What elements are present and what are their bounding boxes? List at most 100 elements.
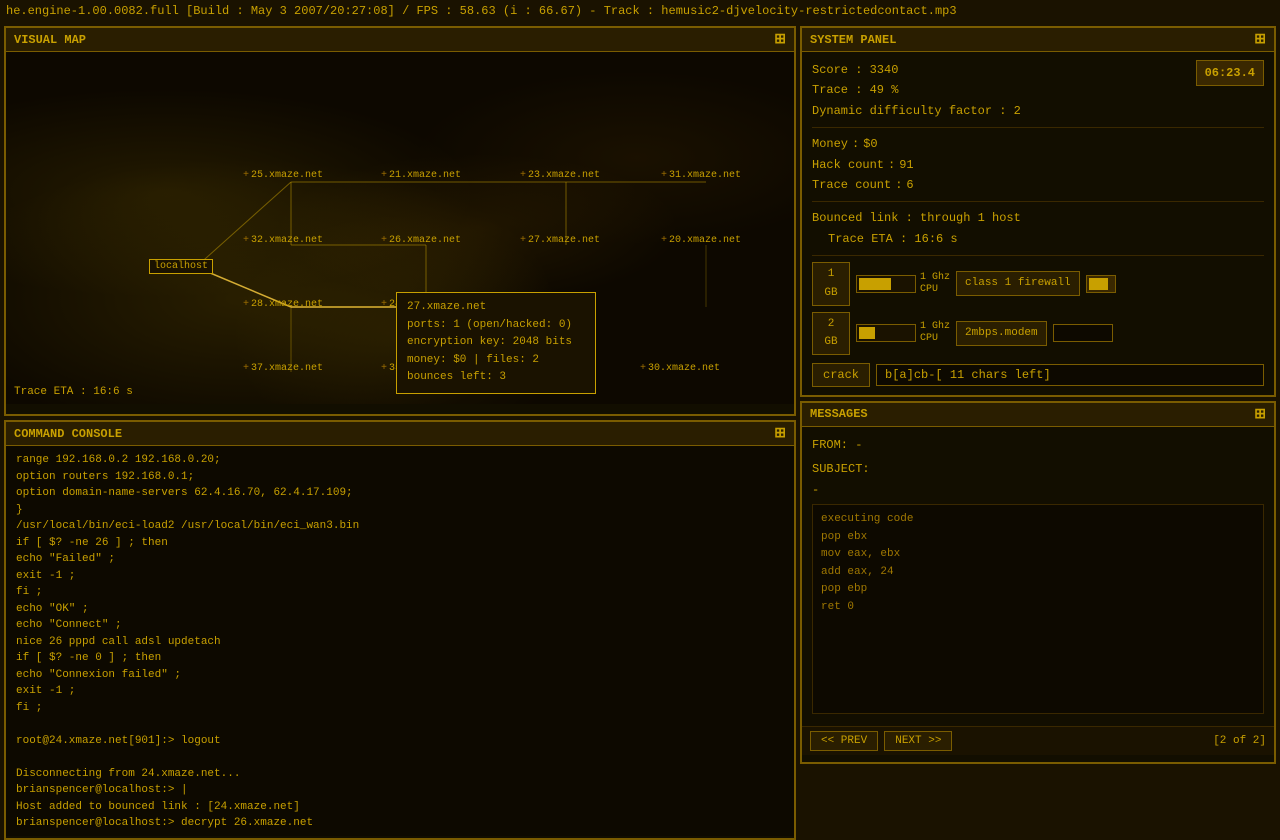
tooltip-bounces: bounces left: 3 bbox=[407, 369, 585, 387]
console-title: COMMAND CONSOLE bbox=[14, 427, 122, 441]
money-label: Money bbox=[812, 134, 848, 154]
map-node-21[interactable]: 21.xmaze.net bbox=[381, 170, 461, 181]
console-line: if [ $? -ne 0 ] ; then bbox=[16, 650, 784, 667]
map-node-25[interactable]: 25.xmaze.net bbox=[243, 170, 323, 181]
console-line: Host added to bounced link : [24.xmaze.n… bbox=[16, 799, 784, 816]
console-line: if [ $? -ne 26 ] ; then bbox=[16, 535, 784, 552]
crack-button[interactable]: crack bbox=[812, 363, 870, 387]
visual-map-title: VISUAL MAP bbox=[14, 33, 86, 47]
console-line: option routers 192.168.0.1; bbox=[16, 469, 784, 486]
map-trace-eta: Trace ETA : 16:6 s bbox=[14, 386, 133, 398]
bounced-link: Bounced link : through 1 host bbox=[812, 208, 1264, 228]
command-console-panel: COMMAND CONSOLE ⊞ range 192.168.0.2 192.… bbox=[4, 420, 796, 840]
subject-label: SUBJECT: bbox=[812, 462, 870, 476]
cpu-bar-1: 1 Ghz CPU bbox=[856, 272, 950, 296]
from-label: FROM: bbox=[812, 438, 848, 452]
console-line: echo "Connect" ; bbox=[16, 617, 784, 634]
cpu-speed-1: 1 Ghz bbox=[920, 272, 950, 284]
tooltip-encryption: encryption key: 2048 bits bbox=[407, 334, 585, 352]
console-content[interactable]: range 192.168.0.2 192.168.0.20; option r… bbox=[6, 446, 794, 836]
messages-header: MESSAGES ⊞ bbox=[802, 403, 1274, 427]
console-line: echo "Failed" ; bbox=[16, 551, 784, 568]
ram-2: 2GB bbox=[812, 312, 850, 355]
map-node-30[interactable]: 30.xmaze.net bbox=[640, 363, 720, 374]
crack-row[interactable]: crack bbox=[812, 363, 1264, 387]
system-content: Score : 3340 Trace : 49 % Dynamic diffic… bbox=[802, 52, 1274, 395]
visual-map-icon: ⊞ bbox=[774, 31, 786, 48]
difficulty-label: Dynamic difficulty factor : 2 bbox=[812, 101, 1021, 121]
page-info: [2 of 2] bbox=[1213, 735, 1266, 747]
trace-count-value: 6 bbox=[906, 175, 913, 195]
crack-input[interactable] bbox=[876, 364, 1264, 386]
time-display: 06:23.4 bbox=[1196, 60, 1264, 86]
console-line: brianspencer@localhost:> decrypt 26.xmaz… bbox=[16, 815, 784, 832]
map-node-32[interactable]: 32.xmaze.net bbox=[243, 235, 323, 246]
subject-value: - bbox=[812, 483, 819, 497]
messages-content: FROM: - SUBJECT: - executing codepop ebx… bbox=[802, 427, 1274, 726]
map-node-28[interactable]: 28.xmaze.net bbox=[243, 299, 323, 310]
ram-1: 1GB bbox=[812, 262, 850, 305]
system-panel: SYSTEM PANEL ⊞ Score : 3340 Trace : 49 %… bbox=[800, 26, 1276, 397]
cpu-speed-2: 1 Ghz bbox=[920, 321, 950, 333]
hack-count-value: 91 bbox=[899, 155, 913, 175]
map-container[interactable]: 25.xmaze.net 21.xmaze.net 23.xmaze.net 3… bbox=[6, 52, 794, 404]
messages-panel: MESSAGES ⊞ FROM: - SUBJECT: - executing … bbox=[800, 401, 1276, 764]
cpu-label-2: CPU bbox=[920, 333, 950, 345]
map-node-23[interactable]: 23.xmaze.net bbox=[520, 170, 600, 181]
score-label: Score : 3340 bbox=[812, 60, 1021, 80]
next-button[interactable]: NEXT >> bbox=[884, 731, 952, 751]
messages-body: executing codepop ebxmov eax, ebxadd eax… bbox=[812, 504, 1264, 714]
console-line: echo "OK" ; bbox=[16, 601, 784, 618]
console-icon: ⊞ bbox=[774, 425, 786, 442]
message-body-line: add eax, 24 bbox=[821, 564, 1255, 582]
hack-count-colon: : bbox=[888, 155, 895, 175]
device-modem: 2mbps.modem bbox=[956, 321, 1047, 346]
message-body-line: ret 0 bbox=[821, 599, 1255, 617]
console-line: brianspencer@localhost:> | bbox=[16, 782, 784, 799]
message-body-line: executing code bbox=[821, 511, 1255, 529]
map-node-26[interactable]: 26.xmaze.net bbox=[381, 235, 461, 246]
message-body-line: pop ebp bbox=[821, 581, 1255, 599]
hardware-row-1: 1GB 1 Ghz CPU class 1 firewall bbox=[812, 262, 1264, 305]
title-text: he.engine-1.00.0082.full [Build : May 3 … bbox=[6, 4, 957, 18]
map-node-20[interactable]: 20.xmaze.net bbox=[661, 235, 741, 246]
console-line: option domain-name-servers 62.4.16.70, 6… bbox=[16, 485, 784, 502]
messages-icon: ⊞ bbox=[1254, 406, 1266, 423]
map-node-37[interactable]: 37.xmaze.net bbox=[243, 363, 323, 374]
system-panel-title: SYSTEM PANEL bbox=[810, 33, 896, 47]
console-line: } bbox=[16, 502, 784, 519]
messages-nav: << PREV NEXT >> [2 of 2] bbox=[802, 726, 1274, 755]
map-node-27[interactable]: 27.xmaze.net bbox=[520, 235, 600, 246]
console-line bbox=[16, 749, 784, 766]
map-tooltip: 27.xmaze.net ports: 1 (open/hacked: 0) e… bbox=[396, 292, 596, 394]
console-line: nice 26 pppd call adsl updetach bbox=[16, 634, 784, 651]
message-body-line: mov eax, ebx bbox=[821, 546, 1255, 564]
title-bar: he.engine-1.00.0082.full [Build : May 3 … bbox=[0, 0, 1280, 22]
console-line: exit -1 ; bbox=[16, 568, 784, 585]
visual-map-header: VISUAL MAP ⊞ bbox=[6, 28, 794, 52]
device-firewall: class 1 firewall bbox=[956, 271, 1080, 296]
console-line: /usr/local/bin/eci-load2 /usr/local/bin/… bbox=[16, 518, 784, 535]
console-line: echo "Connexion failed" ; bbox=[16, 667, 784, 684]
trace-count-colon: : bbox=[895, 175, 902, 195]
trace-count-label: Trace count bbox=[812, 175, 891, 195]
console-line: fi ; bbox=[16, 584, 784, 601]
map-node-31[interactable]: 31.xmaze.net bbox=[661, 170, 741, 181]
tooltip-node-name: 27.xmaze.net bbox=[407, 299, 585, 317]
messages-title: MESSAGES bbox=[810, 407, 868, 421]
tooltip-money-files: money: $0 | files: 2 bbox=[407, 352, 585, 370]
message-body-line: pop ebx bbox=[821, 529, 1255, 547]
console-line: fi ; bbox=[16, 700, 784, 717]
hardware-row-2: 2GB 1 Ghz CPU 2mbps.modem bbox=[812, 312, 1264, 355]
console-line: exit -1 ; bbox=[16, 683, 784, 700]
prev-button[interactable]: << PREV bbox=[810, 731, 878, 751]
console-line: range 192.168.0.2 192.168.0.20; bbox=[16, 452, 784, 469]
hack-count-label: Hack count bbox=[812, 155, 884, 175]
cpu-bar-2: 1 Ghz CPU bbox=[856, 321, 950, 345]
console-line: root@24.xmaze.net[901]:> logout bbox=[16, 733, 784, 750]
money-value: $0 bbox=[863, 134, 877, 154]
trace-label: Trace : 49 % bbox=[812, 80, 1021, 100]
system-trace-eta: Trace ETA : 16:6 s bbox=[812, 229, 1264, 249]
money-colon: : bbox=[852, 134, 859, 154]
map-node-localhost[interactable]: localhost bbox=[149, 259, 213, 274]
